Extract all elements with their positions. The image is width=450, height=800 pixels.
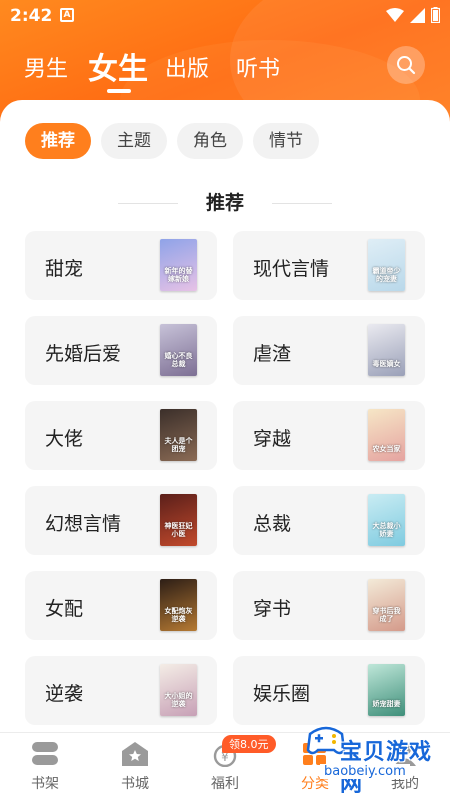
book-cover-title: 女配炮灰逆袭 <box>164 607 193 623</box>
nav-label-bookstore: 书城 <box>121 776 149 792</box>
category-label: 逆袭 <box>45 683 84 705</box>
book-cover-image: 大总裁小娇妻 <box>368 494 405 546</box>
bookshelf-icon <box>30 741 60 767</box>
book-cover-title: 夫人是个团宠 <box>164 437 193 453</box>
category-label: 总裁 <box>253 513 292 535</box>
category-label: 先婚后爱 <box>45 343 122 365</box>
status-icons <box>386 7 440 23</box>
category-card[interactable]: 先婚后爱 婚心不良总裁 <box>25 316 217 385</box>
category-label: 穿书 <box>253 598 292 620</box>
top-tabs: 男生 女生 出版 听书 <box>0 40 450 96</box>
category-card[interactable]: 总裁 大总裁小娇妻 <box>233 486 425 555</box>
category-label: 娱乐圈 <box>253 683 311 705</box>
category-label: 甜宠 <box>45 258 84 280</box>
nav-bookshelf[interactable]: 书架 <box>15 741 75 793</box>
category-card[interactable]: 虐渣毒医嫡女 <box>233 316 425 385</box>
book-cover-title: 婚心不良总裁 <box>164 352 193 368</box>
book-cover-image: 女配炮灰逆袭 <box>160 579 197 631</box>
status-bar: 2:42 A <box>0 0 450 32</box>
book-cover-image: 神医狂妃小医 <box>160 494 197 546</box>
book-cover-title: 穿书后我成了 <box>372 607 401 623</box>
nav-label-bookshelf: 书架 <box>31 776 59 792</box>
category-card[interactable]: 女配 女配炮灰逆袭 <box>25 571 217 640</box>
category-card[interactable]: 甜宠 新年的替嫁新娘 <box>25 231 217 300</box>
chip-role[interactable]: 角色 <box>177 123 243 159</box>
category-label: 幻想言情 <box>45 513 122 535</box>
category-card[interactable]: 大佬 夫人是个团宠 <box>25 401 217 470</box>
section-divider-right <box>272 203 332 204</box>
book-cover-image: 新年的替嫁新娘 <box>160 239 197 291</box>
watermark-url: baobeiy.com <box>320 764 410 779</box>
tab-female[interactable]: 女生 <box>88 44 148 88</box>
chip-theme[interactable]: 主题 <box>101 123 167 159</box>
book-cover-image: 婚心不良总裁 <box>160 324 197 376</box>
tab-male[interactable]: 男生 <box>24 51 68 83</box>
bookstore-icon <box>120 741 150 767</box>
search-button[interactable] <box>387 46 425 84</box>
tab-underline <box>107 89 131 93</box>
book-cover-title: 新年的替嫁新娘 <box>164 267 193 283</box>
chip-plot[interactable]: 情节 <box>253 123 319 159</box>
book-cover-image: 毒医嫡女 <box>368 324 405 376</box>
filter-chips: 推荐 主题 角色 情节 <box>25 123 319 159</box>
book-cover-title: 神医狂妃小医 <box>164 522 193 538</box>
book-cover-image: 娇宠甜妻 <box>368 664 405 716</box>
book-cover-title: 毒医嫡女 <box>372 360 401 368</box>
book-cover-title: 农女当家 <box>372 445 401 453</box>
watermark: 宝贝游戏网 baobeiy.com <box>300 712 450 800</box>
book-cover-image: 霸道帝少的宠妻 <box>368 239 405 291</box>
nav-label-welfare: 福利 <box>211 776 239 792</box>
welfare-badge: 领8.0元 <box>222 735 276 753</box>
book-cover-image: 农女当家 <box>368 409 405 461</box>
category-label: 大佬 <box>45 428 84 450</box>
book-cover-image: 穿书后我成了 <box>368 579 405 631</box>
nav-bookstore[interactable]: 书城 <box>105 741 165 793</box>
notification-icon: A <box>60 8 74 22</box>
tab-publish[interactable]: 出版 <box>165 51 209 83</box>
book-cover-title: 大总裁小娇妻 <box>372 522 401 538</box>
category-card[interactable]: 幻想言情 神医狂妃小医 <box>25 486 217 555</box>
category-card[interactable]: 穿越农女当家 <box>233 401 425 470</box>
section-title: 推荐 <box>205 192 244 214</box>
category-label: 现代言情 <box>253 258 330 280</box>
category-label: 虐渣 <box>253 343 292 365</box>
category-card[interactable]: 现代言情 霸道帝少的宠妻 <box>233 231 425 300</box>
signal-icon <box>410 7 425 23</box>
category-card[interactable]: 逆袭 大小姐的逆袭 <box>25 656 217 725</box>
status-time: 2:42 <box>10 6 53 26</box>
category-label: 穿越 <box>253 428 292 450</box>
category-card[interactable]: 穿书 穿书后我成了 <box>233 571 425 640</box>
wifi-icon <box>386 8 404 22</box>
book-cover-image: 大小姐的逆袭 <box>160 664 197 716</box>
book-cover-title: 霸道帝少的宠妻 <box>372 267 401 283</box>
tab-audiobook[interactable]: 听书 <box>236 51 280 83</box>
main-content: 推荐 主题 角色 情节 推荐 甜宠 新年的替嫁新娘 现代言情 霸道帝少的宠妻先婚后爱 婚… <box>0 100 450 732</box>
chip-recommend[interactable]: 推荐 <box>25 123 91 159</box>
book-cover-title: 娇宠甜妻 <box>372 700 401 708</box>
battery-icon <box>431 7 440 23</box>
book-cover-image: 夫人是个团宠 <box>160 409 197 461</box>
search-icon <box>397 56 416 75</box>
book-cover-title: 大小姐的逆袭 <box>164 692 193 708</box>
category-label: 女配 <box>45 598 84 620</box>
